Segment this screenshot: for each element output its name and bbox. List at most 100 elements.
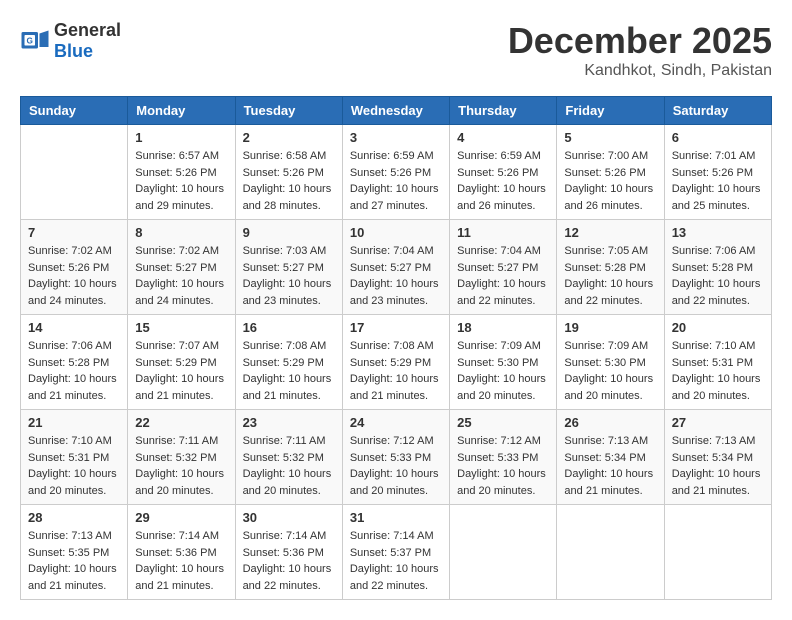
day-number: 5 xyxy=(564,130,656,145)
sunrise-text: Sunrise: 7:10 AM xyxy=(28,433,120,450)
calendar-cell: 21 Sunrise: 7:10 AM Sunset: 5:31 PM Dayl… xyxy=(21,410,128,505)
day-number: 11 xyxy=(457,225,549,240)
day-info: Sunrise: 7:08 AM Sunset: 5:29 PM Dayligh… xyxy=(243,338,335,404)
calendar-cell: 23 Sunrise: 7:11 AM Sunset: 5:32 PM Dayl… xyxy=(235,410,342,505)
calendar-cell: 6 Sunrise: 7:01 AM Sunset: 5:26 PM Dayli… xyxy=(664,125,771,220)
calendar-cell: 1 Sunrise: 6:57 AM Sunset: 5:26 PM Dayli… xyxy=(128,125,235,220)
day-number: 9 xyxy=(243,225,335,240)
sunrise-text: Sunrise: 7:09 AM xyxy=(457,338,549,355)
sunset-text: Sunset: 5:28 PM xyxy=(672,260,764,277)
day-info: Sunrise: 7:10 AM Sunset: 5:31 PM Dayligh… xyxy=(672,338,764,404)
sunrise-text: Sunrise: 7:03 AM xyxy=(243,243,335,260)
day-info: Sunrise: 7:09 AM Sunset: 5:30 PM Dayligh… xyxy=(564,338,656,404)
sunrise-text: Sunrise: 7:14 AM xyxy=(135,528,227,545)
day-info: Sunrise: 7:04 AM Sunset: 5:27 PM Dayligh… xyxy=(350,243,442,309)
day-number: 22 xyxy=(135,415,227,430)
calendar-cell: 28 Sunrise: 7:13 AM Sunset: 5:35 PM Dayl… xyxy=(21,505,128,600)
title-section: December 2025 Kandhkot, Sindh, Pakistan xyxy=(508,20,772,80)
sunset-text: Sunset: 5:28 PM xyxy=(28,355,120,372)
day-number: 25 xyxy=(457,415,549,430)
sunrise-text: Sunrise: 6:59 AM xyxy=(457,148,549,165)
sunrise-text: Sunrise: 7:06 AM xyxy=(672,243,764,260)
calendar-cell xyxy=(450,505,557,600)
daylight-text: Daylight: 10 hours and 21 minutes. xyxy=(135,561,227,594)
calendar-cell xyxy=(664,505,771,600)
calendar-cell: 19 Sunrise: 7:09 AM Sunset: 5:30 PM Dayl… xyxy=(557,315,664,410)
day-number: 4 xyxy=(457,130,549,145)
calendar-table: SundayMondayTuesdayWednesdayThursdayFrid… xyxy=(20,96,772,600)
calendar-cell: 22 Sunrise: 7:11 AM Sunset: 5:32 PM Dayl… xyxy=(128,410,235,505)
day-info: Sunrise: 7:08 AM Sunset: 5:29 PM Dayligh… xyxy=(350,338,442,404)
calendar-cell: 13 Sunrise: 7:06 AM Sunset: 5:28 PM Dayl… xyxy=(664,220,771,315)
calendar-week-row: 28 Sunrise: 7:13 AM Sunset: 5:35 PM Dayl… xyxy=(21,505,772,600)
day-info: Sunrise: 7:02 AM Sunset: 5:27 PM Dayligh… xyxy=(135,243,227,309)
day-info: Sunrise: 7:11 AM Sunset: 5:32 PM Dayligh… xyxy=(243,433,335,499)
day-number: 6 xyxy=(672,130,764,145)
sunset-text: Sunset: 5:27 PM xyxy=(350,260,442,277)
sunrise-text: Sunrise: 7:10 AM xyxy=(672,338,764,355)
day-info: Sunrise: 7:07 AM Sunset: 5:29 PM Dayligh… xyxy=(135,338,227,404)
daylight-text: Daylight: 10 hours and 26 minutes. xyxy=(564,181,656,214)
day-info: Sunrise: 7:10 AM Sunset: 5:31 PM Dayligh… xyxy=(28,433,120,499)
sunset-text: Sunset: 5:29 PM xyxy=(135,355,227,372)
sunset-text: Sunset: 5:30 PM xyxy=(564,355,656,372)
daylight-text: Daylight: 10 hours and 22 minutes. xyxy=(350,561,442,594)
sunset-text: Sunset: 5:26 PM xyxy=(243,165,335,182)
sunrise-text: Sunrise: 7:08 AM xyxy=(350,338,442,355)
day-number: 3 xyxy=(350,130,442,145)
day-info: Sunrise: 7:13 AM Sunset: 5:34 PM Dayligh… xyxy=(564,433,656,499)
daylight-text: Daylight: 10 hours and 23 minutes. xyxy=(243,276,335,309)
sunrise-text: Sunrise: 7:01 AM xyxy=(672,148,764,165)
day-number: 31 xyxy=(350,510,442,525)
daylight-text: Daylight: 10 hours and 20 minutes. xyxy=(350,466,442,499)
calendar-cell: 4 Sunrise: 6:59 AM Sunset: 5:26 PM Dayli… xyxy=(450,125,557,220)
calendar-cell: 12 Sunrise: 7:05 AM Sunset: 5:28 PM Dayl… xyxy=(557,220,664,315)
day-number: 1 xyxy=(135,130,227,145)
sunrise-text: Sunrise: 7:02 AM xyxy=(135,243,227,260)
sunrise-text: Sunrise: 7:12 AM xyxy=(350,433,442,450)
day-info: Sunrise: 7:04 AM Sunset: 5:27 PM Dayligh… xyxy=(457,243,549,309)
sunrise-text: Sunrise: 7:13 AM xyxy=(672,433,764,450)
sunset-text: Sunset: 5:36 PM xyxy=(243,545,335,562)
daylight-text: Daylight: 10 hours and 21 minutes. xyxy=(350,371,442,404)
sunset-text: Sunset: 5:26 PM xyxy=(28,260,120,277)
sunset-text: Sunset: 5:29 PM xyxy=(243,355,335,372)
daylight-text: Daylight: 10 hours and 20 minutes. xyxy=(457,466,549,499)
day-info: Sunrise: 6:57 AM Sunset: 5:26 PM Dayligh… xyxy=(135,148,227,214)
sunrise-text: Sunrise: 7:05 AM xyxy=(564,243,656,260)
day-number: 27 xyxy=(672,415,764,430)
calendar-cell: 17 Sunrise: 7:08 AM Sunset: 5:29 PM Dayl… xyxy=(342,315,449,410)
day-info: Sunrise: 7:06 AM Sunset: 5:28 PM Dayligh… xyxy=(672,243,764,309)
logo-icon: G xyxy=(20,26,50,56)
sunset-text: Sunset: 5:30 PM xyxy=(457,355,549,372)
daylight-text: Daylight: 10 hours and 24 minutes. xyxy=(28,276,120,309)
sunrise-text: Sunrise: 7:06 AM xyxy=(28,338,120,355)
daylight-text: Daylight: 10 hours and 22 minutes. xyxy=(564,276,656,309)
sunset-text: Sunset: 5:37 PM xyxy=(350,545,442,562)
sunset-text: Sunset: 5:27 PM xyxy=(243,260,335,277)
sunset-text: Sunset: 5:35 PM xyxy=(28,545,120,562)
day-number: 23 xyxy=(243,415,335,430)
daylight-text: Daylight: 10 hours and 20 minutes. xyxy=(564,371,656,404)
header-saturday: Saturday xyxy=(664,97,771,125)
daylight-text: Daylight: 10 hours and 21 minutes. xyxy=(28,371,120,404)
sunset-text: Sunset: 5:26 PM xyxy=(457,165,549,182)
day-number: 8 xyxy=(135,225,227,240)
sunrise-text: Sunrise: 7:04 AM xyxy=(350,243,442,260)
calendar-cell: 31 Sunrise: 7:14 AM Sunset: 5:37 PM Dayl… xyxy=(342,505,449,600)
header-tuesday: Tuesday xyxy=(235,97,342,125)
day-number: 28 xyxy=(28,510,120,525)
daylight-text: Daylight: 10 hours and 25 minutes. xyxy=(672,181,764,214)
day-info: Sunrise: 7:01 AM Sunset: 5:26 PM Dayligh… xyxy=(672,148,764,214)
day-info: Sunrise: 7:05 AM Sunset: 5:28 PM Dayligh… xyxy=(564,243,656,309)
sunrise-text: Sunrise: 7:13 AM xyxy=(564,433,656,450)
daylight-text: Daylight: 10 hours and 28 minutes. xyxy=(243,181,335,214)
calendar-cell: 24 Sunrise: 7:12 AM Sunset: 5:33 PM Dayl… xyxy=(342,410,449,505)
daylight-text: Daylight: 10 hours and 21 minutes. xyxy=(243,371,335,404)
daylight-text: Daylight: 10 hours and 21 minutes. xyxy=(28,561,120,594)
header-monday: Monday xyxy=(128,97,235,125)
calendar-cell: 29 Sunrise: 7:14 AM Sunset: 5:36 PM Dayl… xyxy=(128,505,235,600)
sunrise-text: Sunrise: 7:14 AM xyxy=(243,528,335,545)
day-number: 26 xyxy=(564,415,656,430)
sunset-text: Sunset: 5:33 PM xyxy=(457,450,549,467)
